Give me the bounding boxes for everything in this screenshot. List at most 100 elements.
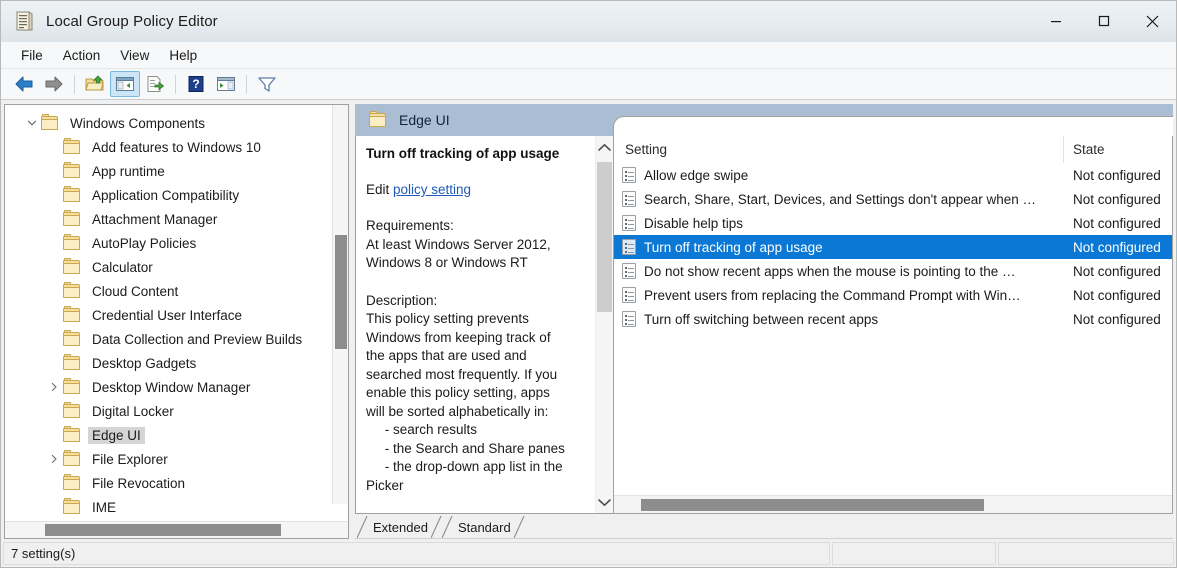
settings-row[interactable]: Search, Share, Start, Devices, and Setti… xyxy=(614,187,1172,211)
tree-item[interactable]: Calculator xyxy=(5,255,348,279)
tree-vertical-scroll-thumb[interactable] xyxy=(335,235,347,349)
scroll-up-icon[interactable] xyxy=(596,136,613,158)
settings-row-setting-cell: Allow edge swipe xyxy=(614,167,1064,183)
tree-item[interactable]: Attachment Manager xyxy=(5,207,348,231)
menu-action[interactable]: Action xyxy=(53,45,111,66)
tree-item[interactable]: Application Compatibility xyxy=(5,183,348,207)
back-button[interactable] xyxy=(9,71,39,97)
tree-item[interactable]: IME xyxy=(5,495,348,519)
settings-row-setting-cell: Disable help tips xyxy=(614,215,1064,231)
tree-horizontal-scroll-thumb[interactable] xyxy=(45,524,281,536)
tree-expander-placeholder xyxy=(45,303,63,327)
tree-expander-placeholder xyxy=(45,135,63,159)
folder-icon xyxy=(63,449,81,467)
edit-policy-setting-link[interactable]: policy setting xyxy=(393,182,471,197)
up-folder-button[interactable] xyxy=(80,71,110,97)
folder-icon xyxy=(63,257,81,275)
window-controls xyxy=(1032,1,1176,42)
close-button[interactable] xyxy=(1128,1,1176,42)
tree-horizontal-scrollbar[interactable] xyxy=(5,521,348,538)
settings-list-rows: Allow edge swipe Not configured Search, Sh… xyxy=(614,163,1172,495)
toolbar-separator xyxy=(74,74,75,94)
policy-editor-icon xyxy=(14,10,34,32)
settings-row-setting-label: Allow edge swipe xyxy=(644,167,749,183)
folder-icon xyxy=(63,161,81,179)
show-hide-console-tree-button[interactable] xyxy=(110,71,140,97)
detail-scroll-track[interactable] xyxy=(596,158,613,491)
tree-item[interactable]: File Explorer xyxy=(5,447,348,471)
menu-view[interactable]: View xyxy=(110,45,159,66)
status-cell-3 xyxy=(998,542,1174,565)
help-button[interactable]: ? xyxy=(181,71,211,97)
tree-item-label: Edge UI xyxy=(88,426,145,444)
scroll-down-icon[interactable] xyxy=(596,491,613,513)
tab-right-edge xyxy=(430,515,442,539)
settings-row[interactable]: Allow edge swipe Not configured xyxy=(614,163,1172,187)
tree-item[interactable]: Edge UI xyxy=(5,423,348,447)
status-setting-count: 7 setting(s) xyxy=(3,542,830,565)
settings-horizontal-scrollbar[interactable] xyxy=(614,495,1172,513)
settings-row-setting-label: Prevent users from replacing the Command… xyxy=(644,287,1021,303)
chevron-right-icon[interactable] xyxy=(45,375,63,399)
view-tab[interactable]: Extended xyxy=(356,515,442,539)
settings-row[interactable]: Turn off switching between recent apps No… xyxy=(614,307,1172,331)
tree-item[interactable]: Credential User Interface xyxy=(5,303,348,327)
tree-item[interactable]: Data Collection and Preview Builds xyxy=(5,327,348,351)
settings-row-state-cell: Not configured xyxy=(1073,167,1161,183)
tree-item-label: AutoPlay Policies xyxy=(92,235,197,251)
settings-horizontal-scroll-thumb[interactable] xyxy=(641,499,984,511)
settings-row-setting-cell: Search, Share, Start, Devices, and Setti… xyxy=(614,191,1064,207)
folder-icon xyxy=(63,425,81,443)
detail-requirements-text: At least Windows Server 2012, Windows 8 … xyxy=(366,236,551,271)
tree-item[interactable]: Windows Components xyxy=(5,111,348,135)
tree-item-label: Data Collection and Preview Builds xyxy=(92,331,303,347)
tree-item[interactable]: Desktop Window Manager xyxy=(5,375,348,399)
detail-vertical-scrollbar[interactable] xyxy=(595,136,613,513)
tree-item[interactable]: Cloud Content xyxy=(5,279,348,303)
chevron-down-icon[interactable] xyxy=(23,111,41,135)
tree-item-label: Digital Locker xyxy=(92,403,174,419)
settings-list: Setting State Allow edge swipe Not config… xyxy=(614,136,1173,514)
show-action-pane-button[interactable] xyxy=(211,71,241,97)
tree-item[interactable]: App runtime xyxy=(5,159,348,183)
tab-right-edge xyxy=(513,515,525,539)
filter-button[interactable] xyxy=(252,71,282,97)
tree-item[interactable]: File Revocation xyxy=(5,471,348,495)
view-tab[interactable]: Standard xyxy=(441,515,525,539)
tree-item[interactable]: Digital Locker xyxy=(5,399,348,423)
forward-button[interactable] xyxy=(39,71,69,97)
settings-row[interactable]: Do not show recent apps when the mouse i… xyxy=(614,259,1172,283)
toolbar: ? xyxy=(1,69,1176,100)
tree-item[interactable]: Add features to Windows 10 xyxy=(5,135,348,159)
tree-expander-placeholder xyxy=(45,327,63,351)
results-header-title: Edge UI xyxy=(399,112,450,128)
export-list-button[interactable] xyxy=(140,71,170,97)
column-header-setting[interactable]: Setting xyxy=(614,136,1064,163)
minimize-button[interactable] xyxy=(1032,1,1080,42)
maximize-button[interactable] xyxy=(1080,1,1128,42)
menu-file[interactable]: File xyxy=(11,45,53,66)
policy-setting-icon xyxy=(622,263,636,279)
folder-icon xyxy=(41,113,59,131)
settings-row-state-cell: Not configured xyxy=(1073,239,1161,255)
settings-row[interactable]: Disable help tips Not configured xyxy=(614,211,1172,235)
detail-scroll-thumb[interactable] xyxy=(597,162,612,312)
tree-item[interactable]: AutoPlay Policies xyxy=(5,231,348,255)
folder-icon xyxy=(63,473,81,491)
status-cell-2 xyxy=(832,542,996,565)
menu-help[interactable]: Help xyxy=(159,45,207,66)
tree-item[interactable]: Desktop Gadgets xyxy=(5,351,348,375)
settings-row-setting-label: Search, Share, Start, Devices, and Setti… xyxy=(644,191,1037,207)
menubar: File Action View Help xyxy=(1,42,1176,69)
tree-expander-placeholder xyxy=(45,207,63,231)
tree-vertical-scrollbar[interactable] xyxy=(332,105,348,504)
tree-item-label: App runtime xyxy=(92,163,165,179)
settings-row[interactable]: Turn off tracking of app usage Not config… xyxy=(614,235,1172,259)
tree-expander-placeholder xyxy=(45,495,63,519)
settings-row-state-cell: Not configured xyxy=(1073,191,1161,207)
settings-row[interactable]: Prevent users from replacing the Command… xyxy=(614,283,1172,307)
settings-row-setting-cell: Turn off tracking of app usage xyxy=(614,239,1064,255)
chevron-right-icon[interactable] xyxy=(45,447,63,471)
detail-description-label: Description: xyxy=(366,292,438,308)
column-header-state[interactable]: State xyxy=(1064,136,1172,163)
